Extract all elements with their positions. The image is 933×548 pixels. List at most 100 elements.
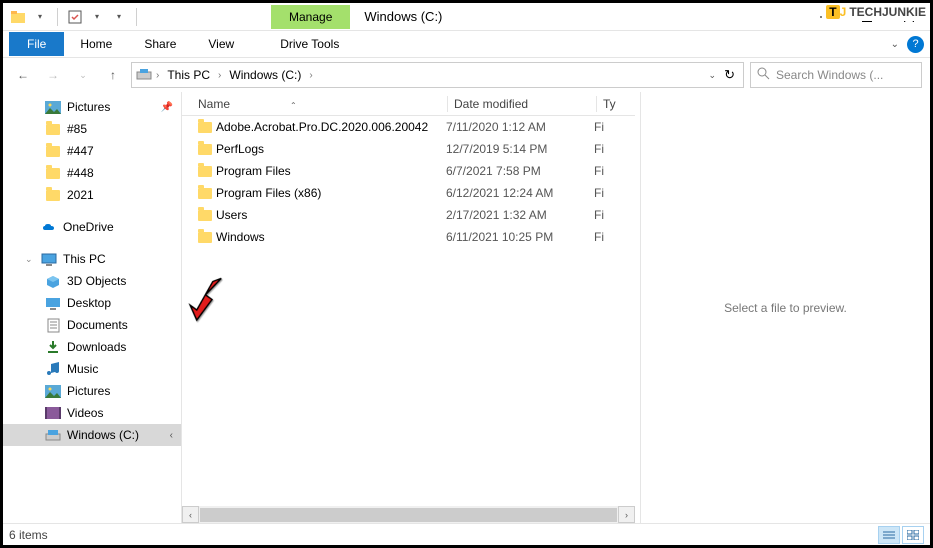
sidebar-item-label: Pictures	[67, 384, 110, 398]
nav-history-dropdown[interactable]: ⌄	[71, 63, 95, 87]
item-count: 6 items	[9, 528, 48, 542]
videos-icon	[45, 405, 61, 421]
chevron-left-icon[interactable]: ‹	[170, 430, 173, 441]
sidebar-item-label: Documents	[67, 318, 128, 332]
sidebar-item-label: Desktop	[67, 296, 111, 310]
breadcrumb-this-pc[interactable]: This PC	[163, 66, 214, 84]
sidebar-item-this-pc[interactable]: ⌄ This PC	[3, 248, 181, 270]
sidebar-item-documents[interactable]: Documents	[3, 314, 181, 336]
address-dropdown-icon[interactable]: ⌄	[709, 70, 717, 81]
sidebar-item-label: OneDrive	[63, 220, 114, 234]
file-date: 2/17/2021 1:32 AM	[446, 208, 594, 222]
sidebar-item-3d-objects[interactable]: 3D Objects	[3, 270, 181, 292]
file-type: Fi	[594, 208, 624, 222]
file-date: 12/7/2019 5:14 PM	[446, 142, 594, 156]
chevron-right-icon[interactable]: ›	[156, 70, 159, 81]
file-list: Name⌃ Date modified Ty Adobe.Acrobat.Pro…	[182, 92, 635, 523]
file-row[interactable]: Users2/17/2021 1:32 AMFi	[182, 204, 635, 226]
divider	[136, 8, 137, 26]
pictures-icon	[45, 99, 61, 115]
file-name: PerfLogs	[216, 142, 446, 156]
sidebar-item-desktop[interactable]: Desktop	[3, 292, 181, 314]
sidebar-item-85[interactable]: #85	[3, 118, 181, 140]
sidebar-item-447[interactable]: #447	[3, 140, 181, 162]
search-icon	[757, 67, 770, 83]
pin-icon: 📌	[161, 102, 173, 113]
drive-icon	[45, 427, 61, 443]
file-row[interactable]: Adobe.Acrobat.Pro.DC.2020.006.200427/11/…	[182, 116, 635, 138]
file-date: 6/12/2021 12:24 AM	[446, 186, 594, 200]
nav-up-button[interactable]: ↑	[101, 63, 125, 87]
icons-view-button[interactable]	[902, 526, 924, 544]
folder-icon	[45, 143, 61, 159]
tab-file[interactable]: File	[9, 32, 64, 56]
preview-pane: Select a file to preview.	[640, 92, 930, 523]
file-name: Users	[216, 208, 446, 222]
address-bar[interactable]: › This PC › Windows (C:) › ⌄ ↻	[131, 62, 744, 88]
this-pc-icon	[41, 251, 57, 267]
nav-forward-button[interactable]: →	[41, 63, 65, 87]
sidebar-item-pictures[interactable]: Pictures	[3, 380, 181, 402]
tab-share[interactable]: Share	[128, 32, 192, 56]
tab-view[interactable]: View	[192, 32, 250, 56]
column-type-header[interactable]: Ty	[597, 97, 627, 111]
qat-dropdown2-icon[interactable]: ▾	[88, 8, 106, 26]
search-placeholder: Search Windows (...	[776, 68, 883, 82]
drive-icon	[136, 66, 152, 85]
collapse-icon[interactable]: ⌄	[25, 254, 35, 265]
breadcrumb-current[interactable]: Windows (C:)	[225, 66, 305, 84]
documents-icon	[45, 317, 61, 333]
sidebar-item-label: Windows (C:)	[67, 428, 139, 442]
folder-icon	[198, 232, 216, 243]
sidebar-item-videos[interactable]: Videos	[3, 402, 181, 424]
tab-drive-tools[interactable]: Drive Tools	[264, 32, 355, 56]
file-type: Fi	[594, 164, 624, 178]
pictures-icon	[45, 383, 61, 399]
downloads-icon	[45, 339, 61, 355]
file-date: 7/11/2020 1:12 AM	[446, 120, 594, 134]
file-row[interactable]: Windows6/11/2021 10:25 PMFi	[182, 226, 635, 248]
refresh-icon[interactable]: ↻	[724, 67, 735, 83]
sidebar-item-downloads[interactable]: Downloads	[3, 336, 181, 358]
properties-icon[interactable]	[66, 8, 84, 26]
qat-overflow-icon[interactable]: ▾	[110, 8, 128, 26]
watermark-logo: TJ TECHJUNKIE	[822, 3, 930, 21]
ribbon-collapse-icon[interactable]: ⌄	[891, 39, 899, 50]
sidebar-item-windows-c[interactable]: Windows (C:) ‹	[3, 424, 181, 446]
scroll-left-button[interactable]: ‹	[182, 506, 199, 523]
sidebar-item-label: Downloads	[67, 340, 126, 354]
titlebar: ▾ ▾ ▾ Manage Windows (C:)	[3, 3, 930, 31]
file-row[interactable]: Program Files6/7/2021 7:58 PMFi	[182, 160, 635, 182]
file-name: Adobe.Acrobat.Pro.DC.2020.006.20042	[216, 120, 446, 134]
file-row[interactable]: Program Files (x86)6/12/2021 12:24 AMFi	[182, 182, 635, 204]
file-row[interactable]: PerfLogs12/7/2019 5:14 PMFi	[182, 138, 635, 160]
divider	[57, 8, 58, 26]
nav-back-button[interactable]: ←	[11, 63, 35, 87]
horizontal-scrollbar[interactable]: ‹ ›	[182, 506, 635, 523]
file-type: Fi	[594, 120, 624, 134]
chevron-right-icon[interactable]: ›	[218, 70, 221, 81]
column-headers: Name⌃ Date modified Ty	[182, 92, 635, 116]
search-input[interactable]: Search Windows (...	[750, 62, 922, 88]
scroll-right-button[interactable]: ›	[618, 506, 635, 523]
qat-dropdown-icon[interactable]: ▾	[31, 8, 49, 26]
details-view-button[interactable]	[878, 526, 900, 544]
preview-placeholder: Select a file to preview.	[724, 301, 847, 315]
sidebar-item-music[interactable]: Music	[3, 358, 181, 380]
sidebar-item-pictures[interactable]: Pictures 📌	[3, 96, 181, 118]
scroll-thumb[interactable]	[200, 508, 617, 522]
navigation-bar: ← → ⌄ ↑ › This PC › Windows (C:) › ⌄ ↻ S…	[3, 58, 930, 92]
tab-home[interactable]: Home	[64, 32, 128, 56]
chevron-right-icon[interactable]: ›	[309, 70, 312, 81]
file-date: 6/7/2021 7:58 PM	[446, 164, 594, 178]
column-date-header[interactable]: Date modified	[448, 97, 596, 111]
sort-indicator-icon: ⌃	[290, 101, 297, 110]
sidebar-item-448[interactable]: #448	[3, 162, 181, 184]
sidebar-item-2021[interactable]: 2021	[3, 184, 181, 206]
sidebar-item-onedrive[interactable]: OneDrive	[3, 216, 181, 238]
manage-contextual-tab[interactable]: Manage	[271, 5, 350, 29]
sidebar-item-label: #448	[67, 166, 94, 180]
column-name-header[interactable]: Name⌃	[182, 97, 447, 111]
help-icon[interactable]: ?	[907, 36, 924, 53]
sidebar-item-label: This PC	[63, 252, 106, 266]
